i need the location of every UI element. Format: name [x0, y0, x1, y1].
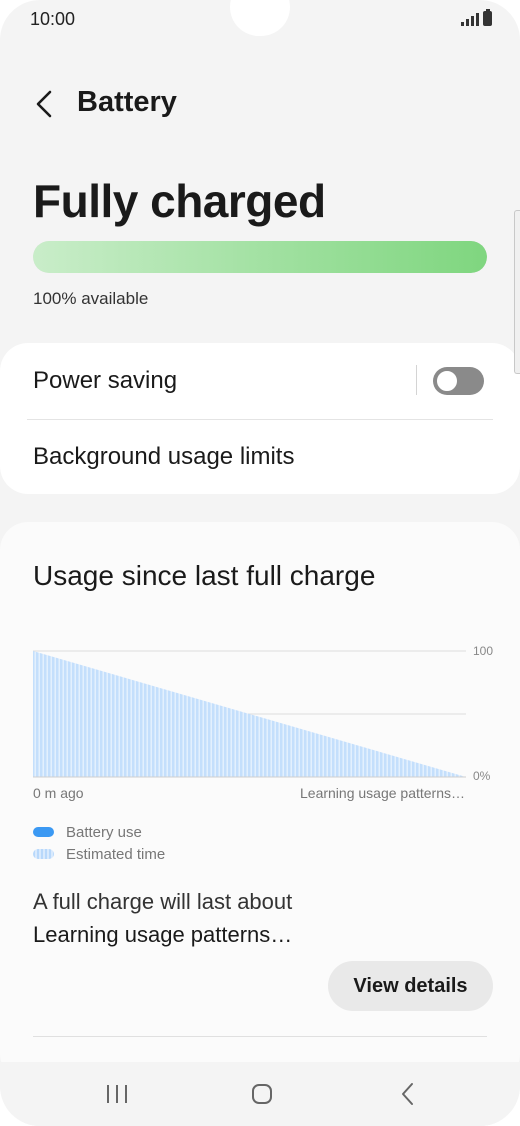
legend-swatch-battery-use: [33, 827, 54, 837]
y-axis-bottom-label: 0%: [473, 769, 491, 783]
power-saving-row[interactable]: Power saving: [0, 343, 520, 420]
y-axis-top-label: 100: [473, 644, 493, 658]
header: Battery: [0, 82, 520, 126]
usage-chart: 100 0% 0 m ago Learning usage patterns…: [0, 630, 520, 810]
page-title: Battery: [77, 86, 177, 118]
status-icons: [461, 9, 492, 26]
battery-level-bar: [33, 241, 487, 273]
legend-swatch-estimated-time: [33, 849, 54, 859]
signal-icon: [461, 12, 479, 26]
legend-battery-use-label: Battery use: [66, 823, 142, 841]
battery-level-fill: [33, 241, 487, 273]
x-axis-left-label: 0 m ago: [33, 785, 84, 801]
scrollbar[interactable]: [514, 210, 520, 374]
view-details-button[interactable]: View details: [328, 961, 493, 1011]
camera-notch: [230, 0, 290, 36]
battery-screen: 10:00 Battery Fully charged 100% availab…: [0, 0, 520, 1126]
status-time: 10:00: [30, 9, 76, 29]
back-icon[interactable]: [378, 1074, 438, 1114]
battery-status-icon: [483, 9, 492, 26]
power-saving-label: Power saving: [33, 367, 178, 394]
usage-title: Usage since last full charge: [33, 560, 376, 591]
legend-estimated-time: Estimated time: [33, 843, 165, 865]
home-icon[interactable]: [232, 1074, 292, 1114]
navigation-bar: [0, 1062, 520, 1126]
toggle-knob: [435, 369, 459, 393]
legend-estimated-time-label: Estimated time: [66, 845, 166, 863]
row-vertical-divider: [416, 365, 417, 395]
chart-legend: Battery use Estimated time: [33, 821, 165, 865]
battery-settings-card: Power saving Background usage limits: [0, 343, 520, 494]
power-saving-toggle[interactable]: [433, 367, 484, 395]
chevron-left-icon[interactable]: [28, 86, 60, 122]
recents-icon[interactable]: [87, 1074, 147, 1114]
card-bottom-divider: [33, 1036, 487, 1037]
background-usage-limits-row[interactable]: Background usage limits: [0, 419, 520, 494]
x-axis-right-label: Learning usage patterns…: [300, 785, 465, 801]
full-charge-value: Learning usage patterns…: [33, 922, 293, 947]
usage-chart-svg: 100 0% 0 m ago Learning usage patterns…: [33, 644, 493, 801]
background-usage-limits-label: Background usage limits: [33, 443, 295, 470]
battery-available-text: 100% available: [33, 289, 149, 308]
legend-battery-use: Battery use: [33, 821, 165, 843]
battery-status-title: Fully charged: [33, 175, 326, 227]
status-bar: 10:00: [0, 0, 520, 40]
usage-card: Usage since last full charge 100 0% 0 m …: [0, 522, 520, 1082]
full-charge-label: A full charge will last about: [33, 889, 293, 914]
